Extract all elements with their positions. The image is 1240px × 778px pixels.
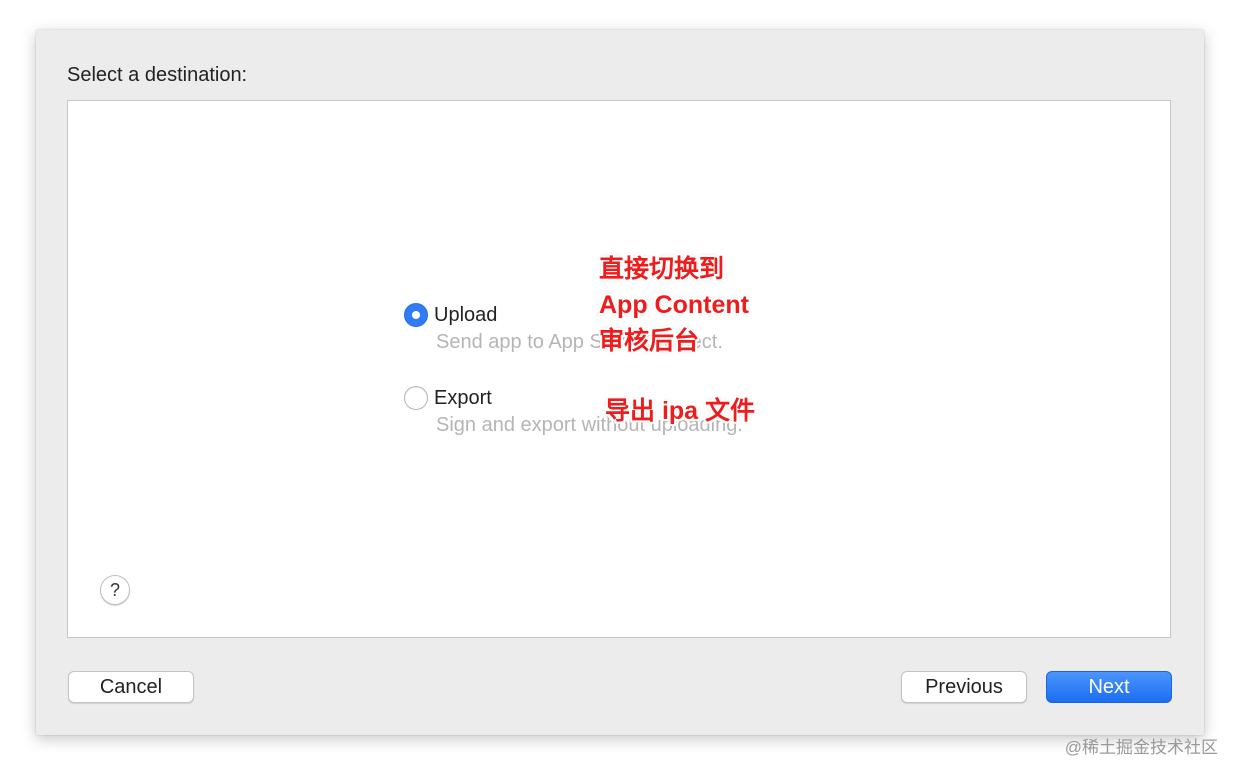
upload-label[interactable]: Upload <box>434 304 497 327</box>
export-annotation: 导出 ipa 文件 <box>605 397 756 425</box>
radio-unselected-icon[interactable] <box>404 386 428 410</box>
annotation-line: 审核后台 <box>599 327 700 355</box>
next-button[interactable]: Next <box>1046 671 1172 703</box>
export-dialog: Select a destination: Upload Send app to… <box>36 30 1204 735</box>
dialog-heading: Select a destination: <box>67 64 248 86</box>
upload-annotation: 直接切换到 App Content 审核后台 <box>599 251 749 359</box>
annotation-line: App Content <box>599 291 749 319</box>
annotation-line: 直接切换到 <box>599 255 725 283</box>
help-button[interactable]: ? <box>100 575 130 605</box>
export-label[interactable]: Export <box>434 387 492 410</box>
watermark: @稀土掘金技术社区 <box>1064 738 1218 757</box>
destination-panel: Upload Send app to App Store Connect. Ex… <box>67 100 1171 638</box>
previous-button[interactable]: Previous <box>901 671 1027 703</box>
radio-selected-icon[interactable] <box>404 303 428 327</box>
cancel-button[interactable]: Cancel <box>68 671 194 703</box>
